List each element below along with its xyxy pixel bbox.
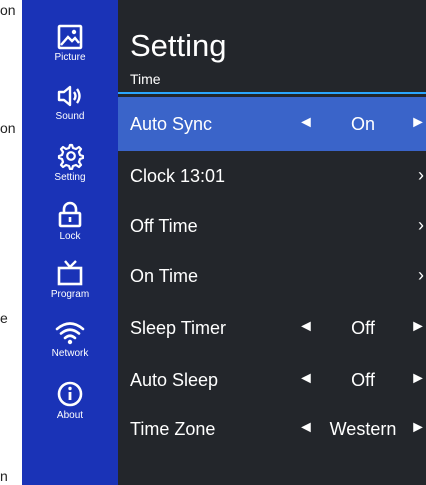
edge-text-2: on — [0, 120, 16, 136]
page-title: Setting — [130, 28, 227, 63]
row-off-time[interactable]: Off Time › — [118, 199, 426, 253]
nav-label-picture: Picture — [54, 52, 86, 63]
nav-label-lock: Lock — [59, 231, 81, 242]
right-arrow-icon[interactable]: ► — [410, 370, 426, 388]
row-value: Off — [351, 370, 375, 390]
row-label: Clock 13:01 — [130, 166, 226, 186]
settings-panel: Setting Time Auto Sync ◄ On ► Clock 13:0… — [118, 0, 426, 485]
right-arrow-icon[interactable]: ► — [410, 419, 426, 437]
nav-item-sound[interactable]: Sound — [22, 83, 118, 141]
lock-icon — [58, 201, 82, 228]
gear-icon — [57, 143, 84, 170]
nav-item-network[interactable]: Network — [22, 318, 118, 376]
title-divider — [118, 92, 426, 94]
row-auto-sync[interactable]: Auto Sync ◄ On ► — [118, 97, 426, 151]
nav-item-picture[interactable]: Picture — [22, 24, 118, 82]
row-on-time[interactable]: On Time › — [118, 249, 426, 303]
nav-item-about[interactable]: About — [22, 380, 118, 438]
row-auto-sleep[interactable]: Auto Sleep ◄ Off ► — [118, 353, 426, 407]
edge-text-1: on — [0, 2, 16, 18]
nav-label-program: Program — [50, 289, 90, 300]
row-label: Auto Sleep — [130, 370, 219, 390]
row-label: Sleep Timer — [130, 318, 227, 338]
wifi-icon — [55, 322, 85, 345]
edge-text-3: e — [0, 310, 8, 326]
chevron-right-icon: › — [418, 265, 424, 285]
chevron-right-icon: › — [418, 215, 424, 235]
left-arrow-icon[interactable]: ◄ — [298, 318, 314, 336]
picture-icon — [57, 24, 83, 50]
row-value: On — [350, 114, 375, 134]
nav-item-program[interactable]: Program — [22, 259, 118, 317]
section-subtitle: Time — [130, 71, 161, 87]
left-arrow-icon[interactable]: ◄ — [298, 370, 314, 388]
nav-item-lock[interactable]: Lock — [22, 201, 118, 259]
sound-icon — [57, 85, 81, 107]
row-label: Time Zone — [130, 419, 216, 439]
edge-text-4: n — [0, 468, 8, 484]
chevron-right-icon: › — [418, 165, 424, 185]
nav-item-setting[interactable]: Setting — [22, 142, 118, 200]
left-arrow-icon[interactable]: ◄ — [298, 419, 314, 437]
row-clock[interactable]: Clock 13:01 › — [118, 149, 426, 203]
row-label: Auto Sync — [130, 114, 213, 134]
right-arrow-icon[interactable]: ► — [410, 114, 426, 132]
left-arrow-icon[interactable]: ◄ — [298, 114, 314, 132]
tv-icon — [57, 260, 83, 286]
nav-label-about: About — [56, 410, 84, 421]
nav-label-sound: Sound — [55, 111, 85, 122]
row-time-zone[interactable]: Time Zone ◄ Western ► — [118, 402, 426, 456]
row-value: Western — [329, 419, 397, 439]
row-value: Off — [351, 318, 375, 338]
row-label: On Time — [130, 266, 199, 286]
nav-label-network: Network — [51, 348, 89, 359]
info-icon — [57, 381, 83, 407]
row-label: Off Time — [130, 216, 198, 236]
sidebar: Picture Sound Setting Lock Program Netwo… — [22, 0, 118, 485]
row-sleep-timer[interactable]: Sleep Timer ◄ Off ► — [118, 301, 426, 355]
nav-label-setting: Setting — [54, 172, 86, 183]
right-arrow-icon[interactable]: ► — [410, 318, 426, 336]
